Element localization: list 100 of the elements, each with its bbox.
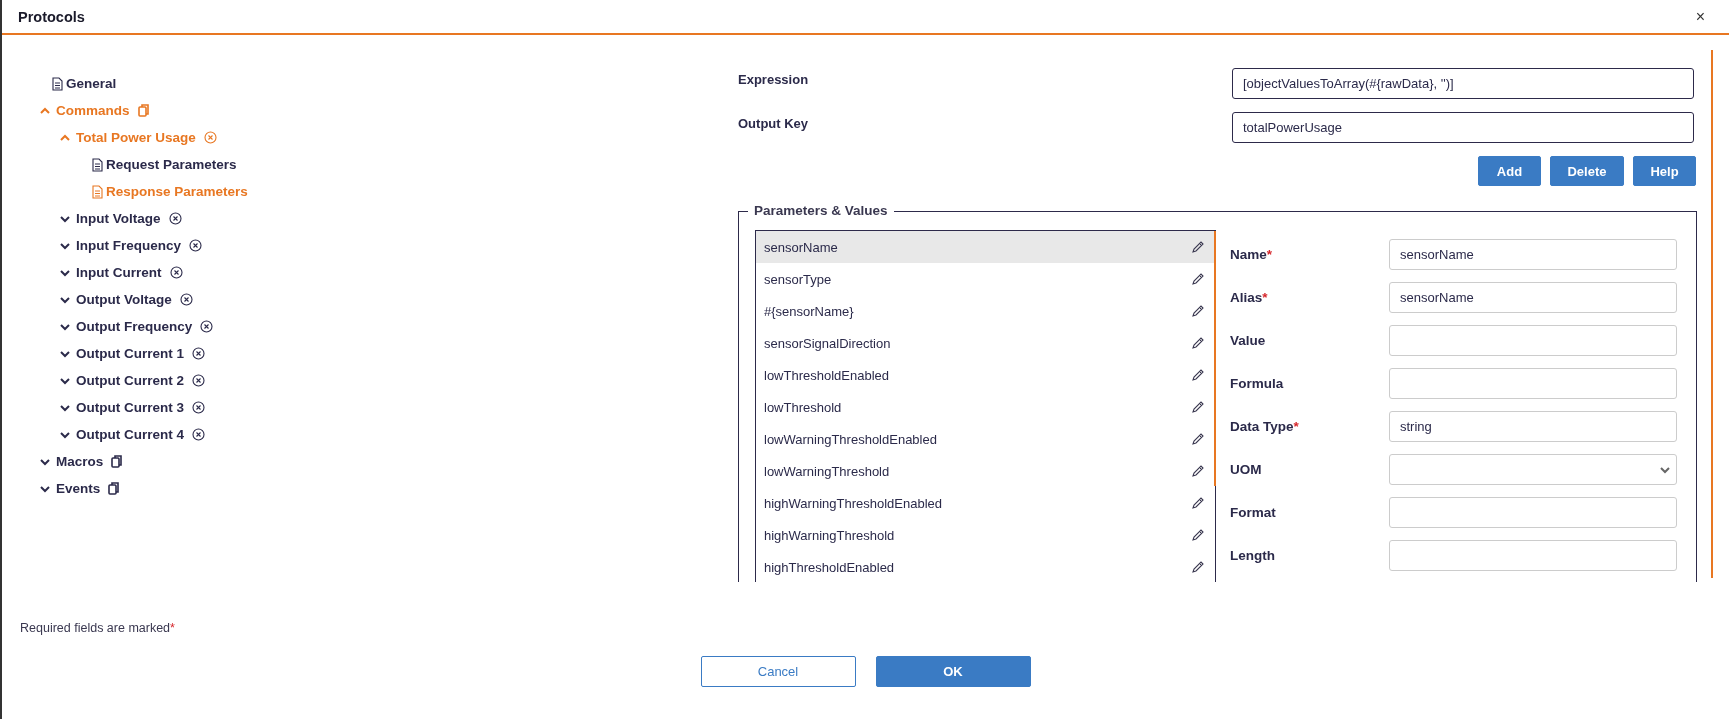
field-label: UOM [1230, 462, 1263, 477]
remove-circle-icon[interactable] [192, 401, 205, 414]
tree-item[interactable]: Macros [56, 454, 104, 469]
remove-circle-icon[interactable] [189, 239, 202, 252]
parameter-name: lowWarningThreshold [764, 463, 890, 479]
tree-item[interactable]: Output Current 1 [76, 346, 184, 361]
parameter-name: highThresholdEnabled [764, 559, 895, 575]
text-field[interactable]: string [1389, 411, 1677, 442]
action-button[interactable]: Add [1478, 156, 1541, 186]
field-label: Format [1230, 505, 1277, 520]
tree-item[interactable]: Output Voltage [76, 292, 172, 307]
parameter-name: lowThresholdEnabled [764, 367, 890, 383]
text-field[interactable] [1389, 325, 1677, 356]
chevron-up-icon[interactable] [40, 106, 50, 115]
text-field[interactable]: sensorName [1389, 282, 1677, 313]
document-icon [92, 184, 103, 199]
parameter-item[interactable]: sensorName [756, 231, 1215, 263]
field-label: Value [1230, 333, 1267, 348]
text-field[interactable]: sensorName [1389, 239, 1677, 270]
tree-item[interactable]: Input Voltage [76, 211, 161, 226]
scrollbar-thumb[interactable] [1711, 50, 1713, 578]
text-field[interactable]: totalPowerUsage [1232, 112, 1694, 143]
tree-item[interactable]: Input Current [76, 265, 162, 280]
pencil-icon[interactable] [1191, 464, 1205, 478]
action-button[interactable]: Delete [1550, 156, 1624, 186]
pencil-icon[interactable] [1191, 496, 1205, 510]
parameter-name: sensorType [764, 271, 832, 287]
remove-circle-icon[interactable] [200, 320, 214, 333]
document-icon [92, 157, 103, 172]
parameter-item[interactable]: highWarningThreshold [756, 519, 1215, 551]
action-button[interactable]: Help [1633, 156, 1696, 186]
pencil-icon[interactable] [1191, 336, 1205, 350]
pencil-icon[interactable] [1191, 304, 1205, 318]
remove-circle-icon[interactable] [179, 293, 193, 306]
remove-circle-icon[interactable] [169, 266, 183, 279]
parameter-item[interactable]: lowWarningThreshold [756, 455, 1215, 487]
parameter-item[interactable]: highWarningThresholdEnabled [756, 487, 1215, 519]
field-label: Data Type* [1230, 419, 1300, 434]
tree-item[interactable]: Output Current 4 [76, 427, 184, 442]
tree-item[interactable]: Output Current 3 [76, 400, 184, 415]
pencil-icon[interactable] [1191, 272, 1205, 286]
close-button[interactable]: × [1693, 7, 1707, 26]
parameter-name: lowWarningThresholdEnabled [764, 431, 937, 447]
chevron-down-icon[interactable] [60, 214, 70, 223]
chevron-down-icon[interactable] [60, 322, 70, 331]
parameter-item[interactable]: sensorSignalDirection [756, 327, 1215, 359]
dialog-title: Protocols [18, 8, 85, 25]
chevron-down-icon[interactable] [40, 484, 50, 493]
text-field[interactable] [1389, 540, 1677, 571]
text-field[interactable] [1389, 497, 1677, 528]
chevron-up-icon[interactable] [60, 133, 70, 142]
remove-circle-icon[interactable] [192, 374, 205, 387]
pencil-icon[interactable] [1191, 368, 1205, 382]
tree-item[interactable]: Events [56, 481, 101, 496]
required-note: Required fields are marked* [20, 621, 176, 635]
parameter-item[interactable]: lowWarningThresholdEnabled [756, 423, 1215, 455]
parameter-item[interactable]: #{sensorName} [756, 295, 1215, 327]
field-label: Length [1230, 548, 1276, 563]
parameter-name: highWarningThresholdEnabled [764, 495, 943, 511]
chevron-down-icon[interactable] [60, 241, 70, 250]
field-label: Name* [1230, 247, 1274, 262]
copy-icon [111, 455, 123, 468]
parameter-item[interactable]: lowThreshold [756, 391, 1215, 423]
scrollbar-thumb[interactable] [1214, 231, 1216, 486]
cancel-button[interactable]: Cancel [700, 656, 856, 687]
chevron-down-icon[interactable] [60, 295, 70, 304]
chevron-down-icon[interactable] [40, 457, 50, 466]
remove-circle-icon[interactable] [168, 212, 182, 225]
parameter-name: highWarningThreshold [764, 527, 895, 543]
remove-circle-icon[interactable] [192, 428, 205, 441]
parameter-name: #{sensorName} [764, 303, 854, 319]
chevron-down-icon[interactable] [60, 430, 70, 439]
chevron-down-icon[interactable] [60, 403, 70, 412]
tree-item[interactable]: Input Frequency [76, 238, 181, 253]
field-label: Alias* [1230, 290, 1269, 305]
confirm-button[interactable]: OK [875, 656, 1031, 687]
pencil-icon[interactable] [1191, 240, 1205, 254]
copy-icon [137, 104, 149, 117]
parameter-item[interactable]: highThresholdEnabled [756, 551, 1215, 582]
dropdown-field[interactable] [1389, 454, 1677, 485]
dropdown-caret-icon[interactable] [1660, 465, 1670, 474]
document-icon [52, 76, 63, 91]
tree-item[interactable]: Output Current 2 [76, 373, 184, 388]
tree-item[interactable]: Request Parameters [106, 157, 237, 172]
copy-icon [108, 482, 120, 495]
pencil-icon[interactable] [1191, 432, 1205, 446]
chevron-down-icon[interactable] [60, 376, 70, 385]
pencil-icon[interactable] [1191, 400, 1205, 414]
tree-item[interactable]: General [66, 76, 117, 91]
pencil-icon[interactable] [1191, 560, 1205, 574]
parameter-item[interactable]: sensorType [756, 263, 1215, 295]
pencil-icon[interactable] [1191, 528, 1205, 542]
tree-item[interactable]: Output Frequency [76, 319, 193, 334]
chevron-down-icon[interactable] [60, 349, 70, 358]
parameter-item[interactable]: lowThresholdEnabled [756, 359, 1215, 391]
parameter-name: sensorSignalDirection [764, 335, 891, 351]
remove-circle-icon[interactable] [192, 347, 205, 360]
text-field[interactable]: [objectValuesToArray(#{rawData}, '')] [1232, 68, 1694, 99]
chevron-down-icon[interactable] [60, 268, 70, 277]
text-field[interactable] [1389, 368, 1677, 399]
